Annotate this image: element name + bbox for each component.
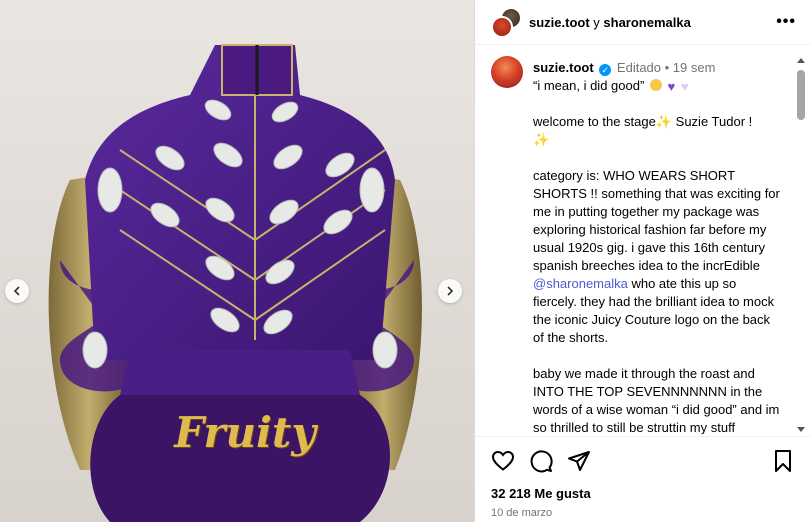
send-icon — [568, 451, 590, 471]
edited-label: Editado — [616, 60, 662, 75]
caption-quote-line: “i mean, i did good” ♥ ♥ — [533, 78, 715, 95]
author-link-suzie[interactable]: suzie.toot — [529, 15, 590, 30]
caption-paragraph: welcome to the stage✨ Suzie Tudor ! ✨ — [533, 113, 781, 149]
chevron-left-icon — [13, 286, 20, 296]
winking-face-icon — [649, 79, 662, 91]
caption-header: suzie.toot ✓ Editado • 19 sem “i mean, i… — [491, 56, 795, 95]
verified-badge-icon: ✓ — [599, 64, 612, 76]
caption-username[interactable]: suzie.toot — [533, 60, 594, 75]
post-authors: suzie.toot y sharonemalka — [529, 15, 776, 30]
bookmark-icon — [775, 450, 791, 472]
caption-text: baby we made it through the roast and IN… — [533, 366, 780, 434]
caption-meta: suzie.toot ✓ Editado • 19 sem “i mean, i… — [533, 56, 715, 95]
comment-button[interactable] — [529, 449, 553, 473]
caption-text: category is: WHO WEARS SHORT SHORTS !! s… — [533, 168, 780, 273]
post-sidebar: suzie.toot y sharonemalka ••• suzie.toot… — [474, 0, 810, 522]
avatar[interactable] — [491, 56, 523, 88]
white-heart-icon: ♥ — [680, 79, 689, 94]
caption-body: welcome to the stage✨ Suzie Tudor ! ✨ ca… — [533, 113, 781, 434]
scroll-down-arrow-icon[interactable] — [797, 427, 805, 432]
previous-image-button[interactable] — [5, 279, 29, 303]
share-button[interactable] — [567, 449, 591, 473]
post-media[interactable]: Fruity — [0, 0, 474, 522]
caption-quote: “i mean, i did good” — [533, 78, 645, 93]
caption-scrollbar[interactable] — [796, 56, 806, 434]
heart-icon — [491, 450, 515, 471]
scroll-up-arrow-icon[interactable] — [797, 58, 805, 63]
separator-dot: • — [661, 60, 673, 75]
caption-scroll-area[interactable]: suzie.toot ✓ Editado • 19 sem “i mean, i… — [475, 56, 795, 434]
caption-paragraph: category is: WHO WEARS SHORT SHORTS !! s… — [533, 167, 781, 347]
comment-icon — [530, 450, 553, 473]
mention-link[interactable]: @sharonemalka — [533, 276, 628, 291]
collab-avatars[interactable] — [491, 7, 522, 38]
more-options-icon[interactable]: ••• — [776, 13, 796, 31]
author-link-sharonemalka[interactable]: sharonemalka — [603, 15, 690, 30]
like-button[interactable] — [491, 449, 515, 473]
sparkles-icon: ✨ — [533, 132, 550, 147]
chevron-right-icon — [447, 286, 454, 296]
purple-heart-icon: ♥ — [667, 79, 676, 94]
caption-text: Suzie Tudor ! — [672, 114, 753, 129]
caption-text: welcome to the stage — [533, 114, 656, 129]
likes-count[interactable]: 32 218 Me gusta — [491, 486, 795, 501]
post-age[interactable]: 19 sem — [673, 60, 716, 75]
scrollbar-thumb[interactable] — [797, 70, 805, 120]
avatar — [491, 16, 513, 38]
post-dialog: Fruity suzie.toot y sharonemalka ••• suz… — [0, 0, 810, 522]
post-actions: 32 218 Me gusta 10 de marzo — [475, 436, 810, 519]
next-image-button[interactable] — [438, 279, 462, 303]
action-icons — [491, 449, 795, 473]
author-conjunction: y — [589, 14, 604, 30]
post-header: suzie.toot y sharonemalka ••• — [475, 0, 810, 45]
garment-lettering: Fruity — [174, 408, 316, 457]
post-date[interactable]: 10 de marzo — [491, 507, 795, 519]
caption-paragraph: baby we made it through the roast and IN… — [533, 365, 781, 434]
sparkles-icon: ✨ — [655, 114, 673, 129]
save-button[interactable] — [771, 449, 795, 473]
